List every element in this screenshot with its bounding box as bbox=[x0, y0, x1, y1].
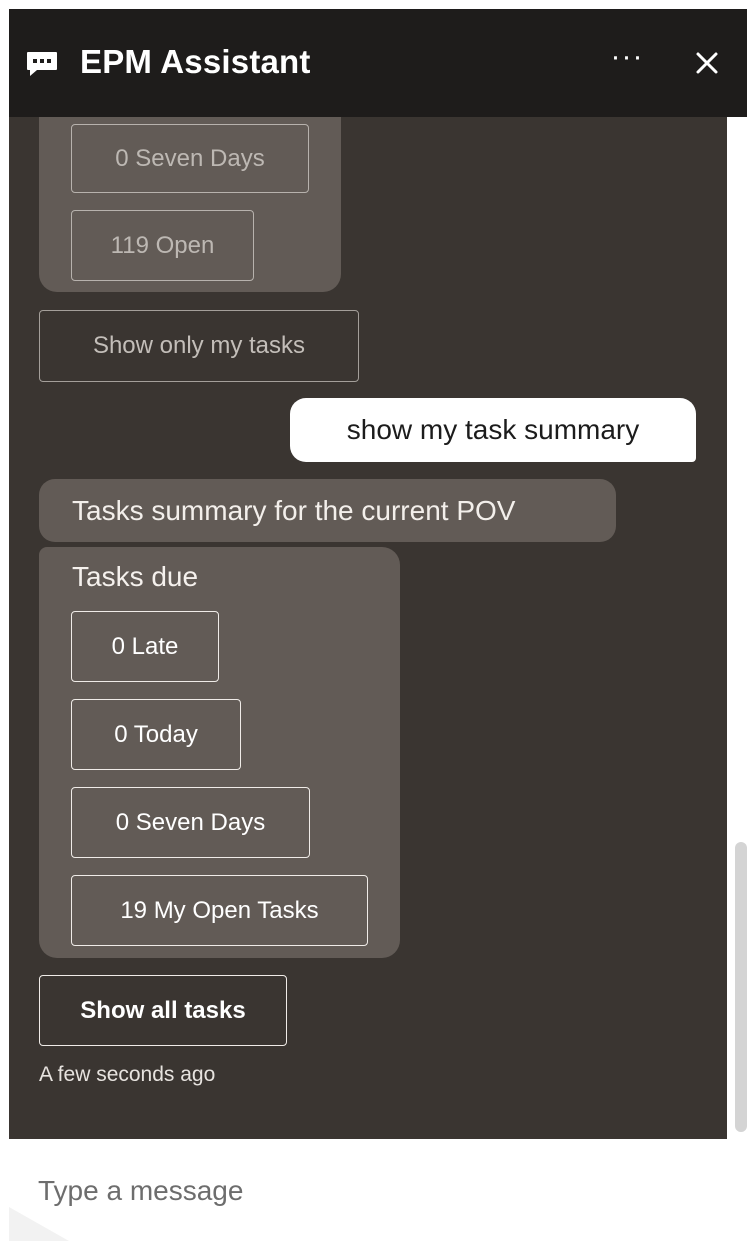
message-input[interactable] bbox=[38, 1169, 698, 1213]
tile-my-open-tasks[interactable]: 19 My Open Tasks bbox=[71, 875, 368, 946]
more-icon[interactable]: ··· bbox=[605, 37, 649, 81]
bot-message: Tasks summary for the current POV bbox=[39, 479, 616, 542]
close-icon[interactable] bbox=[685, 41, 729, 85]
message-timestamp: A few seconds ago bbox=[39, 1063, 216, 1086]
conversation-area[interactable]: 0 Seven Days 119 Open Show only my tasks… bbox=[9, 117, 747, 1139]
tile-late[interactable]: 0 Late bbox=[71, 611, 219, 682]
tile-seven-days-previous[interactable]: 0 Seven Days bbox=[71, 124, 309, 193]
scrollbar-thumb[interactable] bbox=[735, 842, 747, 1132]
chat-bubble-icon bbox=[27, 52, 57, 76]
tasks-due-card: Tasks due 0 Late 0 Today 0 Seven Days 19… bbox=[39, 547, 400, 958]
tasks-due-heading: Tasks due bbox=[72, 561, 199, 592]
show-all-tasks-button[interactable]: Show all tasks bbox=[39, 975, 287, 1046]
message-composer bbox=[9, 1139, 747, 1241]
show-only-my-tasks-button[interactable]: Show only my tasks bbox=[39, 310, 359, 382]
user-message: show my task summary bbox=[290, 398, 696, 462]
tile-today[interactable]: 0 Today bbox=[71, 699, 241, 770]
assistant-panel: EPM Assistant ··· 0 Seven Days 119 Open … bbox=[9, 9, 747, 1241]
tile-open-previous[interactable]: 119 Open bbox=[71, 210, 254, 281]
composer-corner-decoration bbox=[9, 1207, 69, 1241]
tile-seven-days[interactable]: 0 Seven Days bbox=[71, 787, 310, 858]
assistant-header: EPM Assistant ··· bbox=[9, 9, 747, 117]
previous-tasks-card: 0 Seven Days 119 Open bbox=[39, 117, 341, 292]
assistant-title: EPM Assistant bbox=[80, 43, 311, 80]
